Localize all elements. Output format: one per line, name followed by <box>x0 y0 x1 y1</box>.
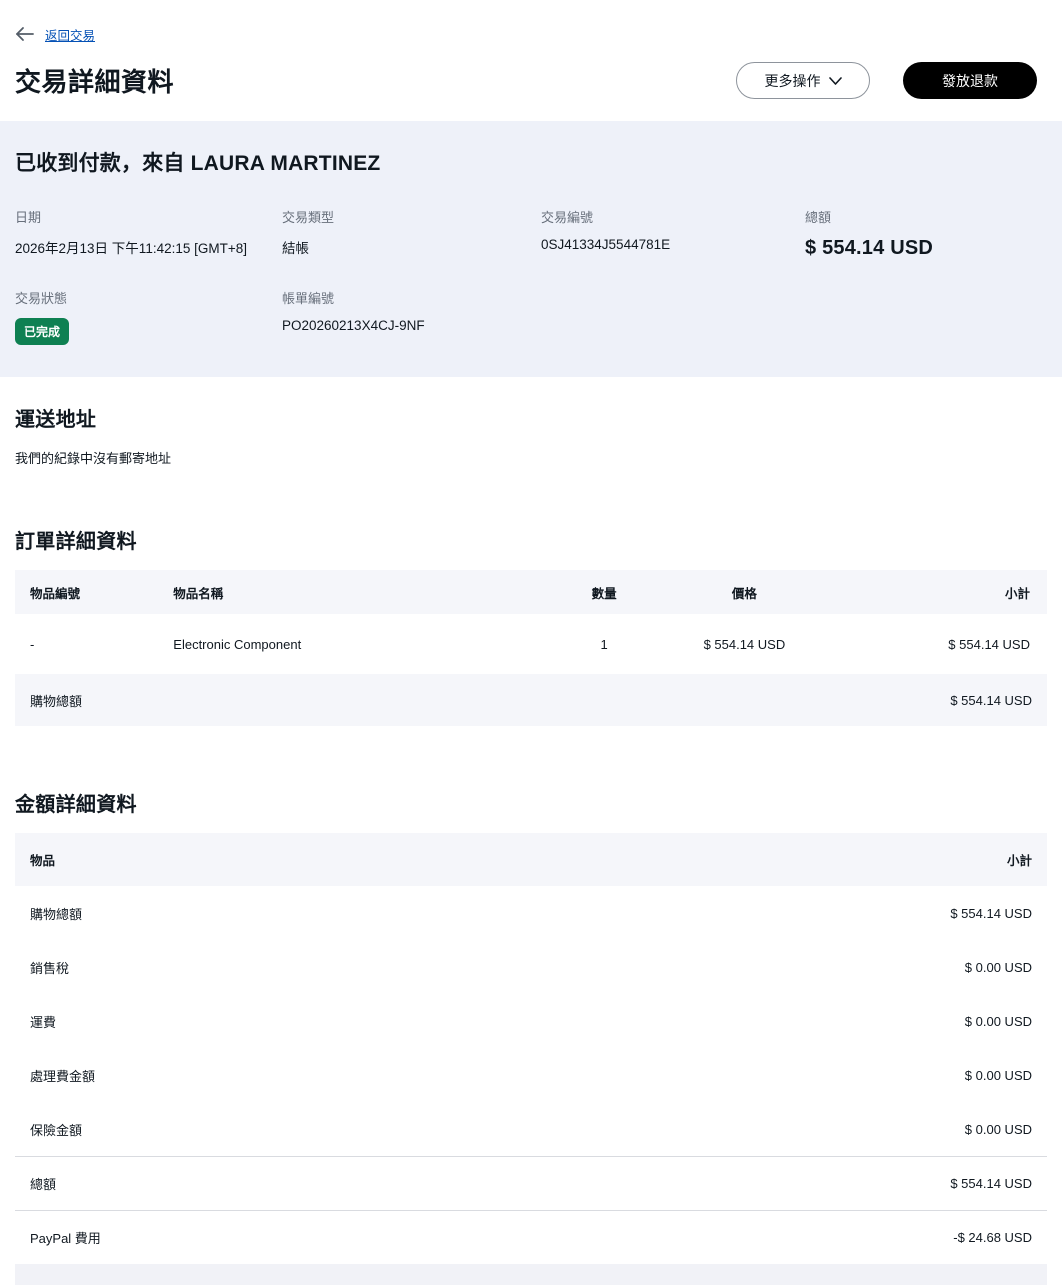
amount-row-value: $ 0.00 USD <box>964 1067 1032 1083</box>
amount-row-value: -$ 24.68 USD <box>953 1230 1032 1245</box>
chevron-down-icon <box>828 76 842 85</box>
field-invoice-id: 帳單編號 PO20260213X4CJ-9NF <box>282 288 541 345</box>
field-date-value: 2026年2月13日 下午11:42:15 [GMT+8] <box>15 241 247 256</box>
amount-row-label: 購物總額 <box>30 906 83 922</box>
field-invoice-id-label: 帳單編號 <box>282 291 335 306</box>
more-actions-button[interactable]: 更多操作 <box>736 62 870 99</box>
field-transaction-id: 交易編號 0SJ41334J5544781E <box>541 207 805 260</box>
order-item-subtotal: $ 554.14 USD <box>948 636 1030 652</box>
purchase-total-label: 購物總額 <box>30 693 83 709</box>
field-invoice-id-value: PO20260213X4CJ-9NF <box>282 318 425 333</box>
amount-row-insurance: 保險金額 $ 0.00 USD <box>15 1102 1047 1156</box>
column-header-item-number: 物品編號 <box>30 586 81 601</box>
order-details-heading: 訂單詳細資料 <box>15 531 137 553</box>
shipping-address-section: 運送地址 我們的紀錄中沒有郵寄地址 <box>0 403 1062 467</box>
back-to-transactions-link[interactable]: 返回交易 <box>45 25 95 44</box>
column-header-subtotal: 小計 <box>1006 854 1032 868</box>
amount-row-paypal-fee: PayPal 費用 -$ 24.68 USD <box>15 1210 1047 1264</box>
order-table-header-row: 物品編號 物品名稱 數量 價格 小計 <box>15 570 1047 614</box>
amount-row-purchase-total: 購物總額 $ 554.14 USD <box>15 886 1047 940</box>
amount-details-heading: 金額詳細資料 <box>15 794 137 816</box>
status-badge: 已完成 <box>15 318 70 345</box>
field-date-label: 日期 <box>15 210 42 225</box>
order-item-quantity: 1 <box>600 636 608 652</box>
amount-row-label: 運費 <box>30 1014 57 1030</box>
amount-row-value: $ 0.00 USD <box>964 1013 1032 1029</box>
transaction-summary: 已收到付款，來自 LAURA MARTINEZ 日期 2026年2月13日 下午… <box>0 121 1062 377</box>
order-item-number: - <box>30 636 35 652</box>
field-status: 交易狀態 已完成 <box>15 288 282 345</box>
amount-row-value: $ 0.00 USD <box>964 1121 1032 1137</box>
page-title: 交易詳細資料 <box>15 67 175 97</box>
column-header-item-name: 物品名稱 <box>173 586 224 601</box>
amount-row-label: 處理費金額 <box>30 1068 96 1084</box>
shipping-address-note: 我們的紀錄中沒有郵寄地址 <box>15 451 172 466</box>
column-header-quantity: 數量 <box>591 586 617 601</box>
page-header: 返回交易 交易詳細資料 更多操作 發放退款 <box>0 0 1062 121</box>
issue-refund-button[interactable]: 發放退款 <box>903 62 1037 99</box>
field-total-value: $ 554.14 USD <box>805 237 934 259</box>
back-arrow-icon[interactable] <box>15 24 35 44</box>
payment-received-heading: 已收到付款，來自 LAURA MARTINEZ <box>15 152 381 175</box>
amount-details-table: 物品 小計 購物總額 $ 554.14 USD 銷售稅 $ 0.00 USD 運… <box>15 833 1047 1285</box>
order-item-price: $ 554.14 USD <box>703 636 786 652</box>
amount-row-label: 總額 <box>30 1177 57 1192</box>
amount-row-label: 銷售稅 <box>30 960 70 976</box>
order-table-row: - Electronic Component 1 $ 554.14 USD $ … <box>15 614 1047 674</box>
amount-table-header-row: 物品 小計 <box>15 833 1047 886</box>
field-date: 日期 2026年2月13日 下午11:42:15 [GMT+8] <box>15 207 282 260</box>
column-header-item: 物品 <box>30 854 56 868</box>
amount-row-sales-tax: 銷售稅 $ 0.00 USD <box>15 940 1047 994</box>
amount-row-handling-fee: 處理費金額 $ 0.00 USD <box>15 1048 1047 1102</box>
amount-row-label: 保險金額 <box>30 1122 83 1138</box>
amount-row-label: PayPal 費用 <box>30 1231 101 1246</box>
amount-row-value: $ 0.00 USD <box>964 959 1032 975</box>
column-header-price: 價格 <box>731 586 757 601</box>
order-item-name: Electronic Component <box>173 636 302 652</box>
amount-details-section: 金額詳細資料 物品 小計 購物總額 $ 554.14 USD 銷售稅 $ 0.0… <box>0 788 1062 1285</box>
amount-row-total: 總額 $ 554.14 USD <box>15 1156 1047 1210</box>
field-transaction-type-label: 交易類型 <box>282 210 335 225</box>
column-header-subtotal: 小計 <box>1004 586 1030 601</box>
field-transaction-id-label: 交易編號 <box>541 210 594 225</box>
order-details-table: 物品編號 物品名稱 數量 價格 小計 - Electronic Componen… <box>15 570 1047 726</box>
order-table-footer-row: 購物總額 $ 554.14 USD <box>15 674 1047 726</box>
amount-row-label: 淨額 <box>30 1282 56 1285</box>
amount-row-value: $ 554.14 USD <box>950 905 1032 921</box>
field-total: 總額 $ 554.14 USD <box>805 207 1047 260</box>
shipping-address-heading: 運送地址 <box>15 409 97 431</box>
field-status-label: 交易狀態 <box>15 291 68 306</box>
purchase-total-value: $ 554.14 USD <box>950 692 1032 708</box>
field-total-label: 總額 <box>805 210 832 225</box>
field-transaction-type-value: 結帳 <box>282 241 309 256</box>
order-details-section: 訂單詳細資料 物品編號 物品名稱 數量 價格 小計 - Electronic C… <box>0 525 1062 726</box>
more-actions-label: 更多操作 <box>764 72 821 89</box>
field-transaction-type: 交易類型 結帳 <box>282 207 541 260</box>
field-transaction-id-value: 0SJ41334J5544781E <box>541 237 671 252</box>
amount-row-value: $ 554.14 USD <box>950 1176 1032 1191</box>
amount-row-net: 淨額 $ 529.46 USD <box>15 1264 1047 1285</box>
amount-row-shipping: 運費 $ 0.00 USD <box>15 994 1047 1048</box>
